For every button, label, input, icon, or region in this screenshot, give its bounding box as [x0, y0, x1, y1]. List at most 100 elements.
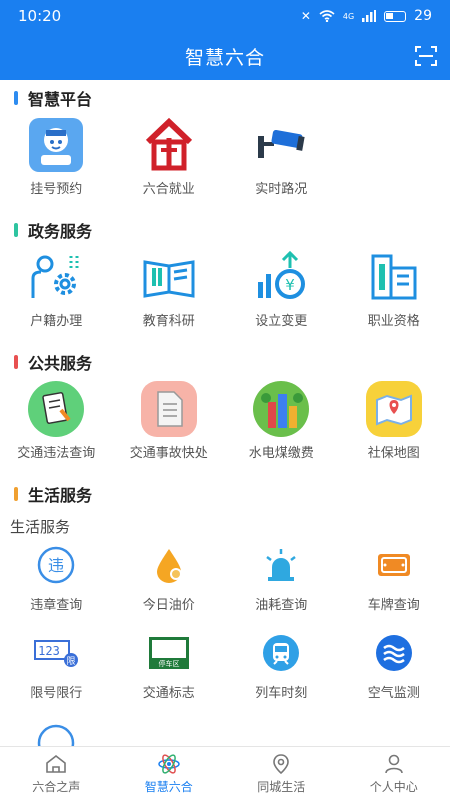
service-label: 职业资格	[367, 314, 420, 329]
service-item-guahao[interactable]: 挂号预约	[0, 116, 113, 208]
air-icon	[369, 628, 419, 678]
building-icon	[365, 248, 423, 306]
doctor-icon	[27, 116, 85, 174]
violation-icon-text: 违	[48, 556, 64, 575]
restriction-icon-tag: 限	[67, 656, 76, 667]
subsection-label: 生活服务	[10, 518, 71, 536]
home-icon	[46, 754, 67, 773]
tab-liuhe-voice[interactable]: 六合之声	[0, 747, 113, 800]
tab-personal-center[interactable]: 个人中心	[338, 747, 450, 800]
status-bar: 10:20 ✕ 4G 29	[0, 0, 450, 32]
alarm-light-icon	[256, 540, 306, 590]
section-marker	[14, 487, 18, 501]
life-service-grid-row-1: 违 违章查询 今日油价 油耗查询 车牌查询	[0, 540, 450, 628]
service-item-shuidian[interactable]: 水电煤缴费	[225, 380, 338, 472]
service-item-zhiye[interactable]: 职业资格	[338, 248, 450, 340]
service-label: 实时路况	[255, 182, 308, 197]
service-item-partial[interactable]	[0, 716, 113, 746]
bottom-tab-bar: 六合之声 智慧六合 同城生活 个人中心	[0, 746, 450, 800]
mute-icon: ✕	[300, 9, 311, 23]
service-item-shigu[interactable]: 交通事故快处	[113, 380, 226, 472]
tab-label: 六合之声	[32, 780, 81, 794]
service-label: 交通事故快处	[129, 446, 208, 461]
book-icon	[140, 248, 198, 306]
service-label: 空气监测	[367, 686, 420, 701]
section-title-text: 智慧平台	[28, 90, 93, 109]
signal-icon	[362, 10, 377, 22]
service-item-youhao[interactable]: 油耗查询	[225, 540, 338, 624]
life-service-grid-row-2: 123 限 限号限行 停车区 交通标志 列车时刻 空气监测	[0, 628, 450, 716]
service-label: 今日油价	[142, 598, 195, 613]
service-item-shebao[interactable]: 社保地图	[338, 380, 450, 472]
page-title: 智慧六合	[184, 46, 265, 69]
svg-text:¥: ¥	[285, 276, 295, 294]
map-icon	[365, 380, 423, 438]
service-item-lieche[interactable]: 列车时刻	[225, 628, 338, 712]
camera-icon	[252, 116, 310, 174]
yuan-chart-icon: ¥	[252, 248, 310, 306]
service-label: 挂号预约	[30, 182, 83, 197]
status-time: 10:20	[18, 7, 62, 25]
parking-sign-icon: 停车区	[144, 628, 194, 678]
service-item-lukuang[interactable]: 实时路况	[225, 116, 338, 208]
service-label: 违章查询	[30, 598, 83, 613]
violation-icon: 违	[31, 540, 81, 590]
clipboard-icon	[27, 380, 85, 438]
city-icon	[252, 380, 310, 438]
service-label: 水电煤缴费	[248, 446, 314, 461]
service-label: 户籍办理	[30, 314, 83, 329]
service-item-jiuye[interactable]: 六合就业	[113, 116, 226, 208]
service-grid: 户籍办理 教育科研 ¥ 设立变更 职业资格	[0, 248, 450, 344]
user-icon	[384, 754, 403, 774]
tab-label: 同城生活	[257, 780, 306, 794]
status-icons: ✕ 4G 29	[301, 8, 432, 24]
section-marker	[14, 355, 18, 369]
tab-label: 个人中心	[369, 780, 418, 794]
service-label: 限号限行	[30, 686, 83, 701]
wifi-icon	[319, 10, 335, 22]
parking-sign-text: 停车区	[158, 659, 179, 668]
network-type: 4G	[342, 11, 355, 21]
service-item-sheli[interactable]: ¥ 设立变更	[225, 248, 338, 340]
location-icon	[273, 754, 290, 775]
main-content[interactable]: 智慧平台 挂号预约 六合就业 实时路况 政务服务 户籍办理 教育科研 ¥ 设立变…	[0, 80, 450, 746]
tab-smart-liuhe[interactable]: 智慧六合	[113, 747, 226, 800]
person-gear-icon	[27, 248, 85, 306]
service-label: 六合就业	[142, 182, 195, 197]
section-title: 生活服务	[0, 476, 450, 512]
service-label: 交通违法查询	[17, 446, 96, 461]
service-item-xianhao[interactable]: 123 限 限号限行	[0, 628, 113, 712]
oil-drop-icon	[144, 540, 194, 590]
service-item-chepai[interactable]: 车牌查询	[338, 540, 450, 624]
section-title-text: 政务服务	[28, 222, 93, 241]
service-item-weizhang[interactable]: 违 违章查询	[0, 540, 113, 624]
service-label: 油耗查询	[255, 598, 308, 613]
section-title-text: 生活服务	[28, 486, 93, 505]
service-item-youjia[interactable]: 今日油价	[113, 540, 226, 624]
section-title-text: 公共服务	[28, 354, 93, 373]
service-label: 交通标志	[142, 686, 195, 701]
section-title: 公共服务	[0, 344, 450, 380]
restriction-icon: 123 限	[31, 628, 81, 678]
battery-level: 29	[414, 8, 432, 24]
tab-city-life[interactable]: 同城生活	[225, 747, 338, 800]
service-grid: 交通违法查询 交通事故快处 水电煤缴费 社保地图	[0, 380, 450, 476]
service-label: 车牌查询	[367, 598, 420, 613]
service-item-weifa[interactable]: 交通违法查询	[0, 380, 113, 472]
tab-label: 智慧六合	[144, 780, 193, 794]
scan-icon[interactable]	[414, 44, 438, 68]
life-service-grid-row-3	[0, 716, 450, 746]
service-label: 教育科研	[142, 314, 195, 329]
service-item-huji[interactable]: 户籍办理	[0, 248, 113, 340]
atom-icon	[158, 754, 180, 774]
service-grid: 挂号预约 六合就业 实时路况	[0, 116, 450, 212]
partial-icon	[31, 716, 81, 746]
service-item-kongqi[interactable]: 空气监测	[338, 628, 450, 712]
license-plate-icon	[369, 540, 419, 590]
section-marker	[14, 223, 18, 237]
service-label: 社保地图	[367, 446, 420, 461]
service-item-jiaoyu[interactable]: 教育科研	[113, 248, 226, 340]
app-header: 智慧六合	[0, 32, 450, 80]
document-icon	[140, 380, 198, 438]
service-item-biaozhi[interactable]: 停车区 交通标志	[113, 628, 226, 712]
